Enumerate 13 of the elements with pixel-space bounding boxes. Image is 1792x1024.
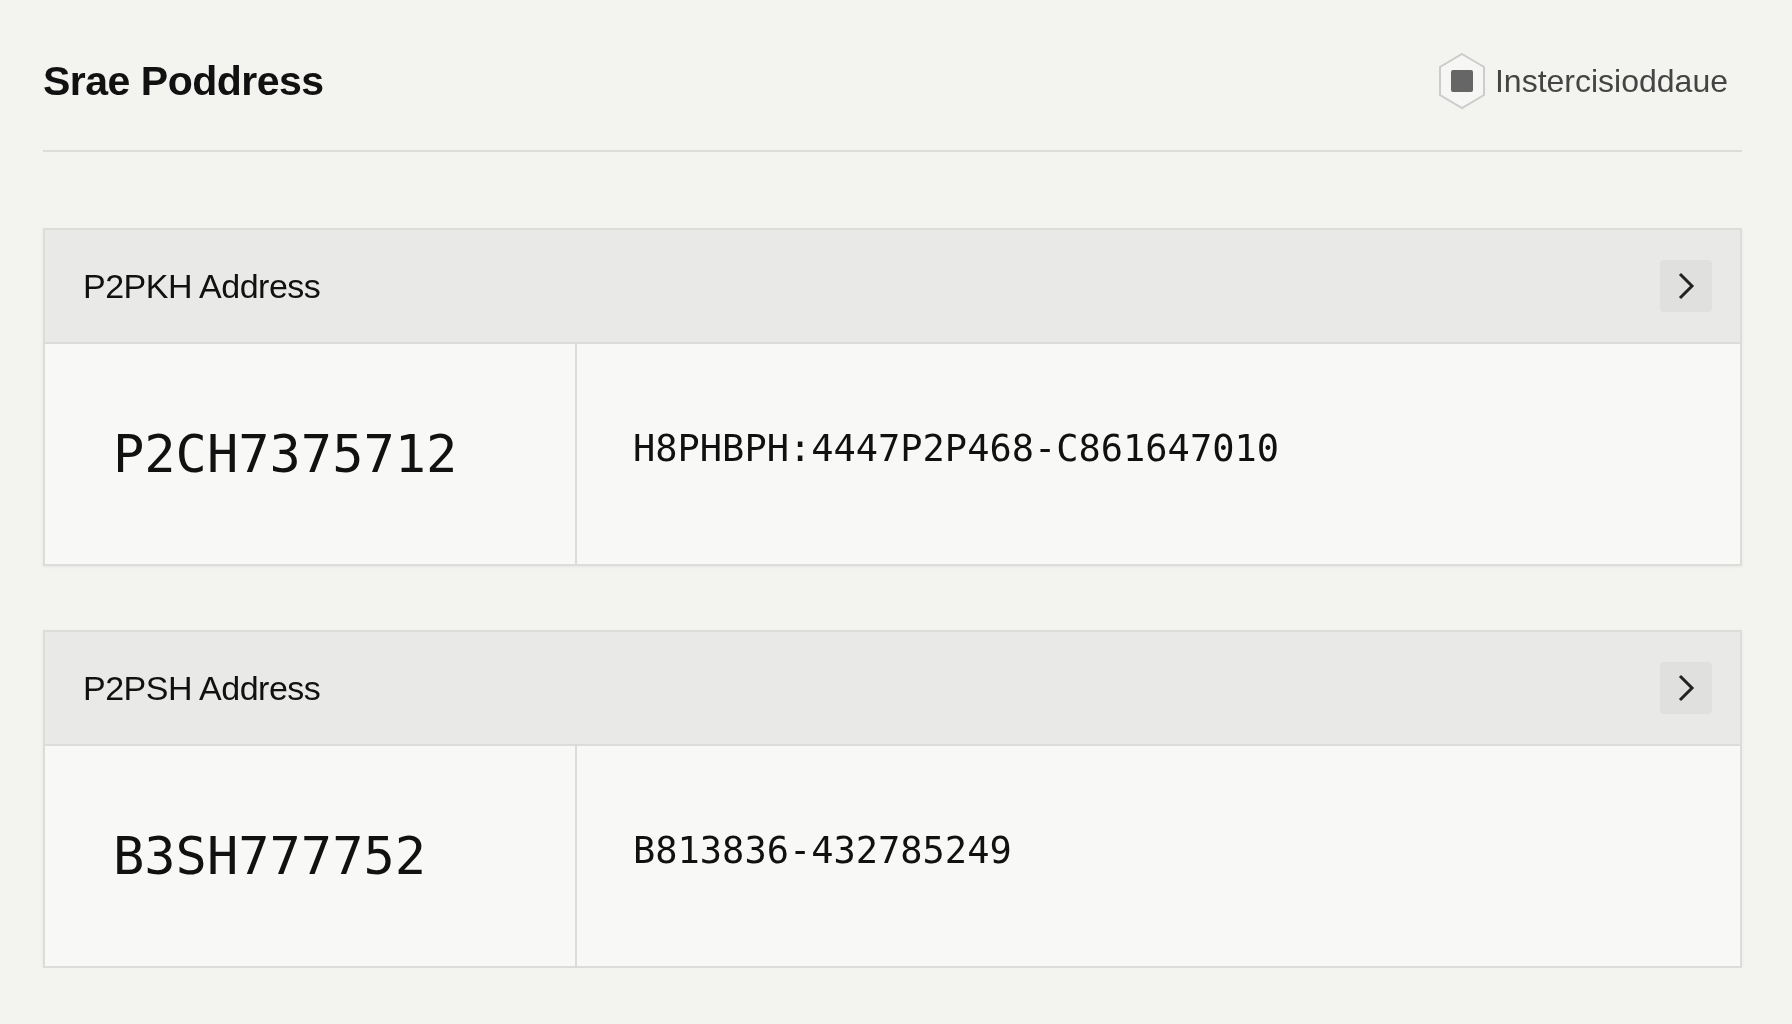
address-value: H8PHBPH:4447P2P468-C861647010 xyxy=(633,426,1279,470)
card-title: P2PKH Address xyxy=(83,266,321,306)
page-title: Srae Poddress xyxy=(43,57,324,105)
chevron-icon xyxy=(1676,673,1696,703)
card-title: P2PSH Address xyxy=(83,668,321,708)
status-label: Instercisioddaue xyxy=(1494,62,1728,100)
hexagon-icon xyxy=(1436,52,1487,110)
address-code: P2CH7375712 xyxy=(113,424,458,484)
address-value: B813836-432785249 xyxy=(633,828,1012,872)
expand-button[interactable] xyxy=(1660,260,1712,312)
chevron-icon xyxy=(1676,271,1696,301)
address-code: B3SH777752 xyxy=(113,826,427,886)
expand-button[interactable] xyxy=(1660,662,1712,714)
